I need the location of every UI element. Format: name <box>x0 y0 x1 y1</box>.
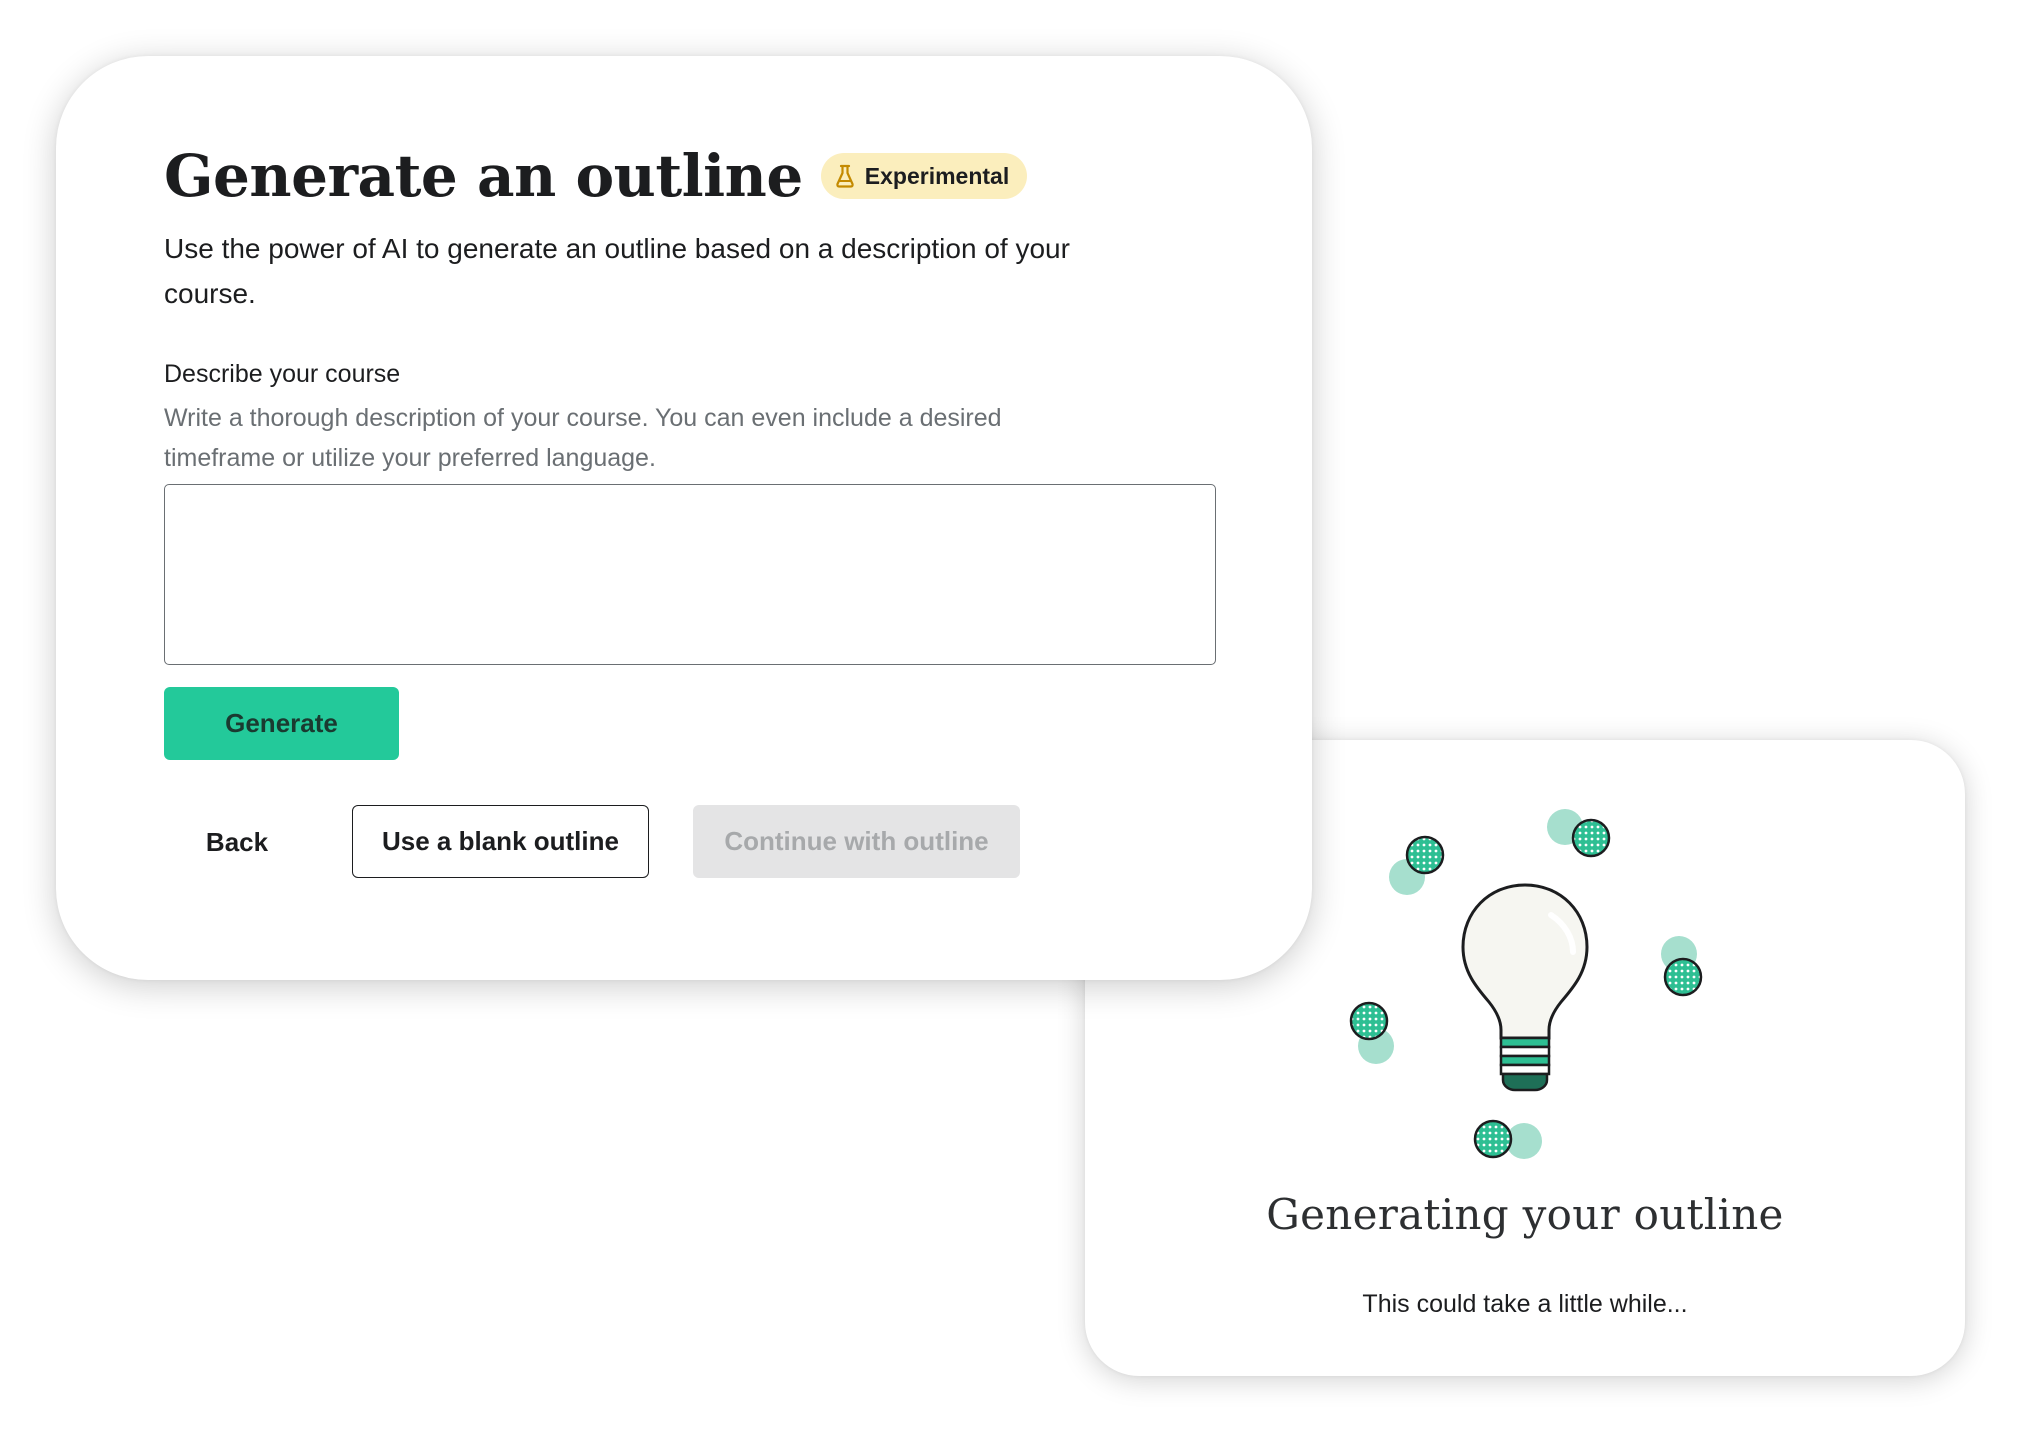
use-blank-outline-button[interactable]: Use a blank outline <box>352 805 649 878</box>
page-title: Generate an outline <box>164 142 803 210</box>
course-description-label: Describe your course <box>164 360 401 388</box>
badge-label: Experimental <box>864 162 1010 189</box>
decorative-dot <box>1661 936 1703 997</box>
decorative-dot <box>1473 1119 1542 1159</box>
decorative-dot <box>1389 835 1445 895</box>
generating-title: Generating your outline <box>1266 1190 1784 1239</box>
generate-outline-card: Generate an outline Experimental Use the… <box>56 56 1312 980</box>
lightbulb-icon <box>1461 883 1589 1092</box>
continue-with-outline-button[interactable]: Continue with outline <box>693 805 1020 878</box>
decorative-dot <box>1349 1001 1394 1064</box>
flask-icon <box>836 164 854 188</box>
intro-text: Use the power of AI to generate an outli… <box>164 233 1070 309</box>
course-description-help: Write a thorough description of your cou… <box>164 404 1002 472</box>
title-row: Generate an outline Experimental <box>164 142 1028 210</box>
back-button[interactable]: Back <box>182 806 292 878</box>
decorative-dot <box>1547 809 1611 858</box>
experimental-badge: Experimental <box>820 153 1028 199</box>
generate-button[interactable]: Generate <box>164 687 399 760</box>
generating-subtitle: This could take a little while... <box>1362 1290 1688 1318</box>
course-description-input[interactable] <box>164 484 1216 665</box>
stage: Generating your outline This could take … <box>0 0 2018 1430</box>
